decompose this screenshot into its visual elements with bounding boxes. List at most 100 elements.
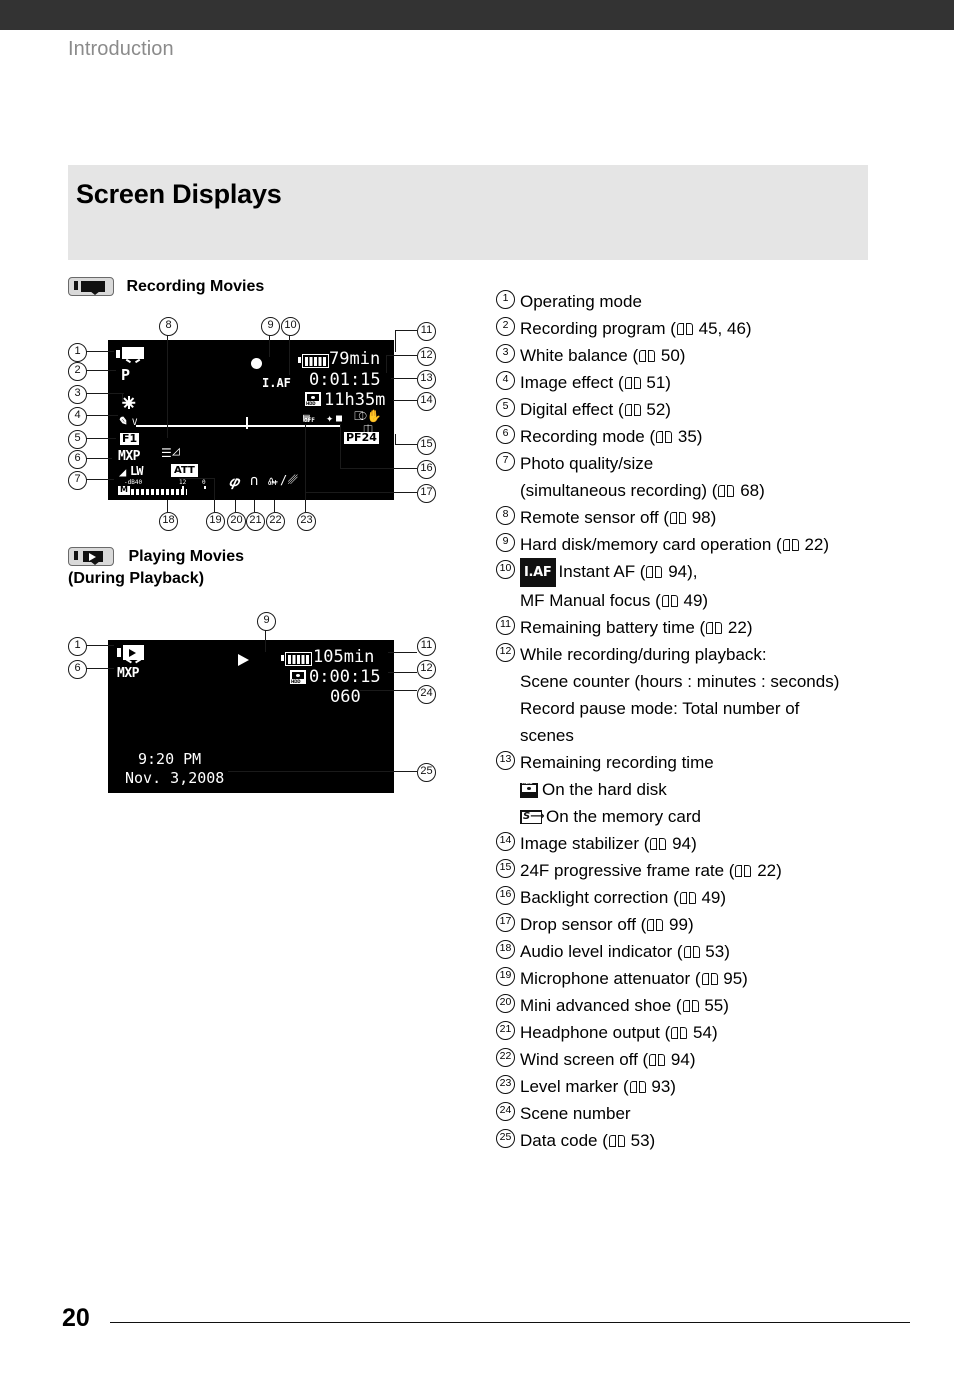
legend-item-5: 5 Digital effect ( 52)	[496, 396, 916, 423]
legend-ref-25: 53	[630, 1131, 650, 1150]
manual-book-icon	[639, 350, 656, 362]
legend-number-3: 3	[496, 344, 515, 363]
photo-quality-size-icon: ◢	[119, 465, 127, 479]
legend-tail-7: )	[759, 481, 765, 500]
legend-item-13: 13 Remaining recording time HDD On the ha…	[496, 749, 916, 830]
legend-tail-10b: )	[702, 591, 709, 610]
callout-play-6: 6	[68, 660, 87, 679]
playback-scene-counter: 0:00:15	[309, 667, 381, 687]
hdd-icon	[305, 392, 321, 406]
legend-ref-7: 68	[740, 481, 760, 500]
audio-level-bar	[131, 489, 187, 495]
callout-5: 5	[68, 430, 87, 449]
legend-ref-14: 94	[672, 834, 692, 853]
section-header-playing: Playing Movies	[68, 547, 244, 566]
legend-number-5: 5	[496, 398, 515, 417]
legend-text-6: Recording mode (	[520, 427, 656, 446]
sd-card-icon: S⟶	[520, 810, 545, 824]
camcorder-icon	[116, 346, 146, 365]
image-stabilizer-icon: ⎄✋⎅	[354, 409, 382, 437]
callout-16: 16	[417, 460, 436, 479]
legend-text-11: Remaining battery time (	[520, 618, 706, 637]
legend-text-25: Data code (	[520, 1131, 608, 1150]
legend-ref-17: 99	[669, 915, 688, 934]
callout-3: 3	[68, 385, 87, 404]
wind-screen-slash: /	[280, 473, 288, 487]
legend-text-7: Photo quality/size	[520, 454, 654, 473]
playback-battery-icon	[281, 652, 312, 666]
legend-tail-20: )	[723, 996, 729, 1015]
legend-ref-19: 95	[723, 969, 743, 988]
manual-book-icon	[671, 1027, 688, 1039]
legend-text-7b: (simultaneous recording) (	[520, 481, 718, 500]
manual-book-icon	[646, 566, 663, 578]
section-label-recording: Recording Movies	[126, 277, 265, 295]
legend-tail-2: )	[745, 319, 752, 338]
callout-12: 12	[417, 347, 436, 366]
callout-15: 15	[417, 436, 436, 455]
callout-6: 6	[68, 450, 87, 469]
instant-af-chip: I.AF	[520, 558, 556, 587]
legend-ref-11: 22	[727, 618, 747, 637]
legend-ref-23: 93	[651, 1077, 671, 1096]
callout-14: 14	[417, 392, 436, 411]
legend-text-3: White balance (	[520, 346, 639, 365]
callout-4: 4	[68, 407, 87, 426]
legend-number-4: 4	[496, 371, 515, 390]
callout-23: 23	[297, 512, 316, 531]
callout-11: 11	[417, 322, 436, 341]
legend-text-13-sd: On the memory card	[546, 807, 701, 826]
manual-book-icon	[683, 946, 700, 958]
legend-text-17: Drop sensor off (	[520, 915, 647, 934]
legend-number-19: 19	[496, 967, 515, 986]
level-marker-center-tick	[246, 417, 248, 429]
legend-item-24: 24 Scene number	[496, 1100, 916, 1127]
legend-text-13: Remaining recording time	[520, 753, 714, 772]
manual-book-icon	[718, 485, 735, 497]
legend-number-22: 22	[496, 1048, 515, 1067]
legend-ref-10b: 49	[683, 591, 703, 610]
manual-book-icon	[624, 404, 641, 416]
legend-item-16: 16 Backlight correction ( 49)	[496, 884, 916, 911]
legend-text-15: 24F progressive frame rate (	[520, 861, 735, 880]
legend-text-21: Headphone output (	[520, 1023, 671, 1042]
legend-number-24: 24	[496, 1102, 515, 1121]
legend-number-17: 17	[496, 913, 515, 932]
legend-tail-16: )	[720, 888, 727, 907]
legend-item-20: 20 Mini advanced shoe ( 55)	[496, 992, 916, 1019]
legend-tail-5: )	[665, 400, 671, 419]
playback-recording-mode: MXP	[117, 666, 139, 681]
playback-scene-number: 060	[330, 687, 361, 707]
daylight-sun-icon	[122, 396, 136, 409]
legend-number-20: 20	[496, 994, 515, 1013]
legend-tail-3: )	[679, 346, 686, 365]
callout-21: 21	[246, 512, 265, 531]
mic-attenuator-badge: ATT	[171, 464, 198, 478]
manual-book-icon	[656, 431, 673, 443]
page-title-band: Screen Displays	[68, 165, 868, 260]
audio-mode-value: M	[118, 485, 130, 495]
legend-item-17: 17 Drop sensor off ( 99)	[496, 911, 916, 938]
top-header-bar	[0, 0, 954, 30]
manual-book-icon	[650, 838, 667, 850]
legend-tail-25: )	[649, 1131, 656, 1150]
legend-tail-22: )	[689, 1050, 696, 1069]
camcorder-record-icon	[68, 277, 114, 296]
manual-book-icon	[624, 377, 641, 389]
legend-number-15: 15	[496, 859, 515, 878]
legend-number-6: 6	[496, 425, 515, 444]
callout-2: 2	[68, 362, 87, 381]
recording-program-value: P	[121, 366, 131, 384]
callout-1: 1	[68, 343, 87, 362]
data-code-time: 9:20 PM	[138, 750, 202, 768]
manual-book-icon	[701, 973, 718, 985]
mini-advanced-shoe-icon: 𝜑	[229, 474, 239, 490]
manual-book-icon	[629, 1081, 646, 1093]
running-head: Introduction	[68, 38, 174, 60]
legend-number-9: 9	[496, 533, 515, 552]
legend-tail-9: )	[823, 535, 830, 554]
legend-item-8: 8 Remote sensor off ( 98)	[496, 504, 916, 531]
camcorder-play-icon	[68, 547, 114, 566]
legend-number-13: 13	[496, 751, 515, 770]
legend-tail-4: )	[665, 373, 671, 392]
